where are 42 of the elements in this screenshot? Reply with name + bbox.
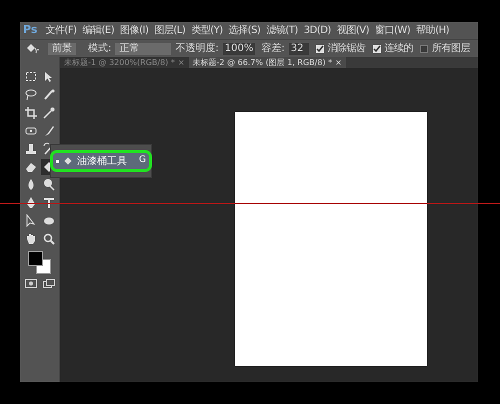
opacity-label: 不透明度: (175, 42, 219, 56)
menu-item[interactable]: 图层(L) (154, 23, 186, 38)
checkbox-label: 连续的 (384, 42, 414, 56)
flyout-label: 油漆桶工具 (77, 154, 128, 168)
close-icon[interactable]: × (335, 56, 342, 68)
checkbox[interactable] (372, 44, 381, 52)
menu-item[interactable]: 帮助(H) (416, 23, 450, 38)
menu-item[interactable]: 选择(S) (228, 23, 260, 38)
checkbox[interactable] (316, 44, 324, 52)
crop-icon[interactable] (22, 105, 38, 121)
flyout-item[interactable]: 油漆桶工具 G (53, 153, 149, 169)
bullet-icon (56, 160, 59, 162)
mode-label: 模式: (88, 42, 112, 56)
menu-item[interactable]: 视图(V) (336, 23, 369, 38)
app-logo: Ps (23, 22, 38, 38)
menu-item[interactable]: 图像(I) (120, 23, 148, 38)
tolerance-label: 容差: (261, 42, 285, 56)
checkbox[interactable] (420, 44, 428, 52)
eyedropper-icon[interactable] (40, 105, 56, 121)
menu-item[interactable]: 类型(Y) (191, 23, 223, 38)
paint-bucket-icon (63, 156, 73, 166)
quick-mask-icon[interactable] (24, 279, 36, 288)
document-tab[interactable]: 未标题-1 @ 3200%(RGB/8) * × (60, 57, 189, 68)
opacity-field[interactable]: 100% (222, 42, 256, 54)
checkbox-label: 所有图层 (432, 42, 470, 56)
fill-source-dropdown[interactable]: 前景 (48, 42, 76, 54)
checkbox-label: 消除锯齿 (328, 42, 366, 56)
document-tab[interactable]: 未标题-2 @ 66.7% (图层 1, RGB/8) * × (188, 57, 346, 68)
shortcut-label: G (139, 154, 146, 168)
mode-dropdown[interactable]: 正常 (115, 42, 172, 54)
menu-item[interactable]: 编辑(E) (82, 23, 114, 38)
close-icon[interactable]: × (178, 56, 185, 68)
tab-title: 未标题-2 @ 66.7% (图层 1, RGB/8) * (192, 56, 332, 68)
screen-mode-icon[interactable] (42, 279, 54, 288)
color-swatches-icon[interactable] (28, 251, 52, 275)
tolerance-field[interactable]: 32 (288, 42, 309, 54)
menu-item[interactable]: 滤镜(T) (266, 23, 298, 38)
tab-title: 未标题-1 @ 3200%(RGB/8) * (64, 56, 175, 68)
menu-item[interactable]: 文件(F) (45, 23, 76, 38)
menu-item[interactable]: 3D(D) (304, 23, 331, 38)
lasso-icon[interactable] (22, 87, 38, 103)
menu-item[interactable]: 窗口(W) (374, 23, 410, 38)
